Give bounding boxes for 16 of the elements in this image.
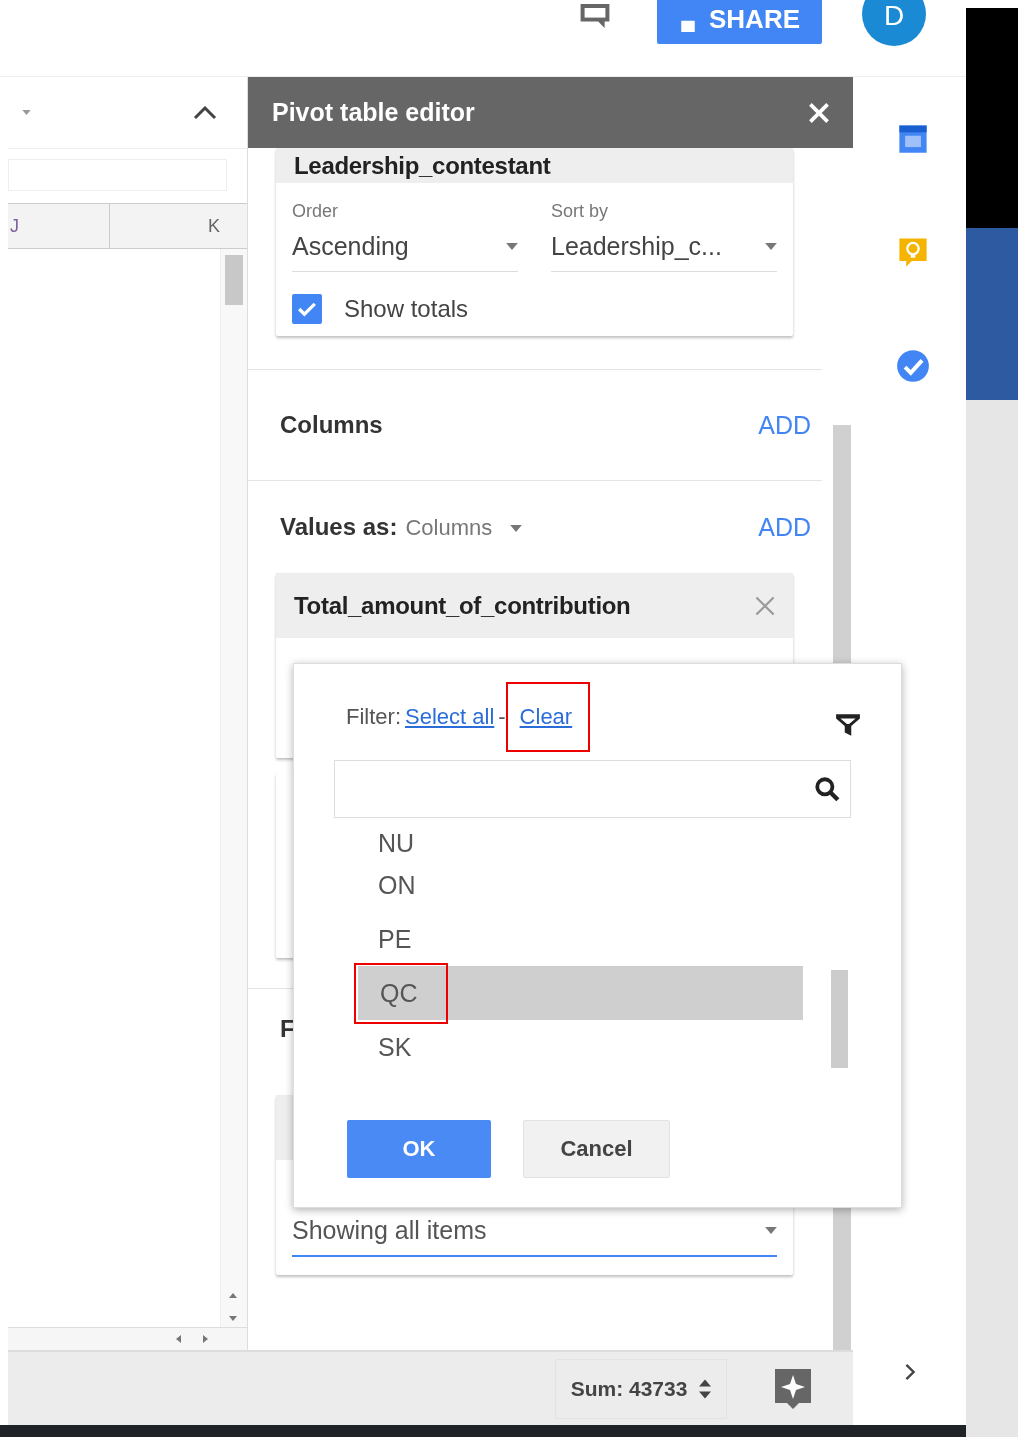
field-label: Sort by (551, 201, 610, 222)
item-label: QC (380, 978, 418, 1007)
checkbox-label: Show totals (344, 295, 469, 323)
section-title: Values as: (280, 513, 398, 541)
section-title: F (280, 1015, 295, 1043)
item-label: SK (378, 1032, 412, 1061)
item-label: PE (378, 924, 412, 953)
editor-title: Pivot table editor (272, 98, 475, 127)
item-label: ON (378, 870, 416, 899)
item-label: NU (378, 829, 415, 857)
field-name: Leadership_contestant (294, 151, 551, 180)
field-label: Order (292, 201, 339, 222)
field-name: Total_amount_of_contribution (294, 591, 631, 620)
separator: - (498, 704, 506, 730)
filter-label: Filter: (346, 704, 401, 730)
section-title: Columns (280, 411, 383, 439)
